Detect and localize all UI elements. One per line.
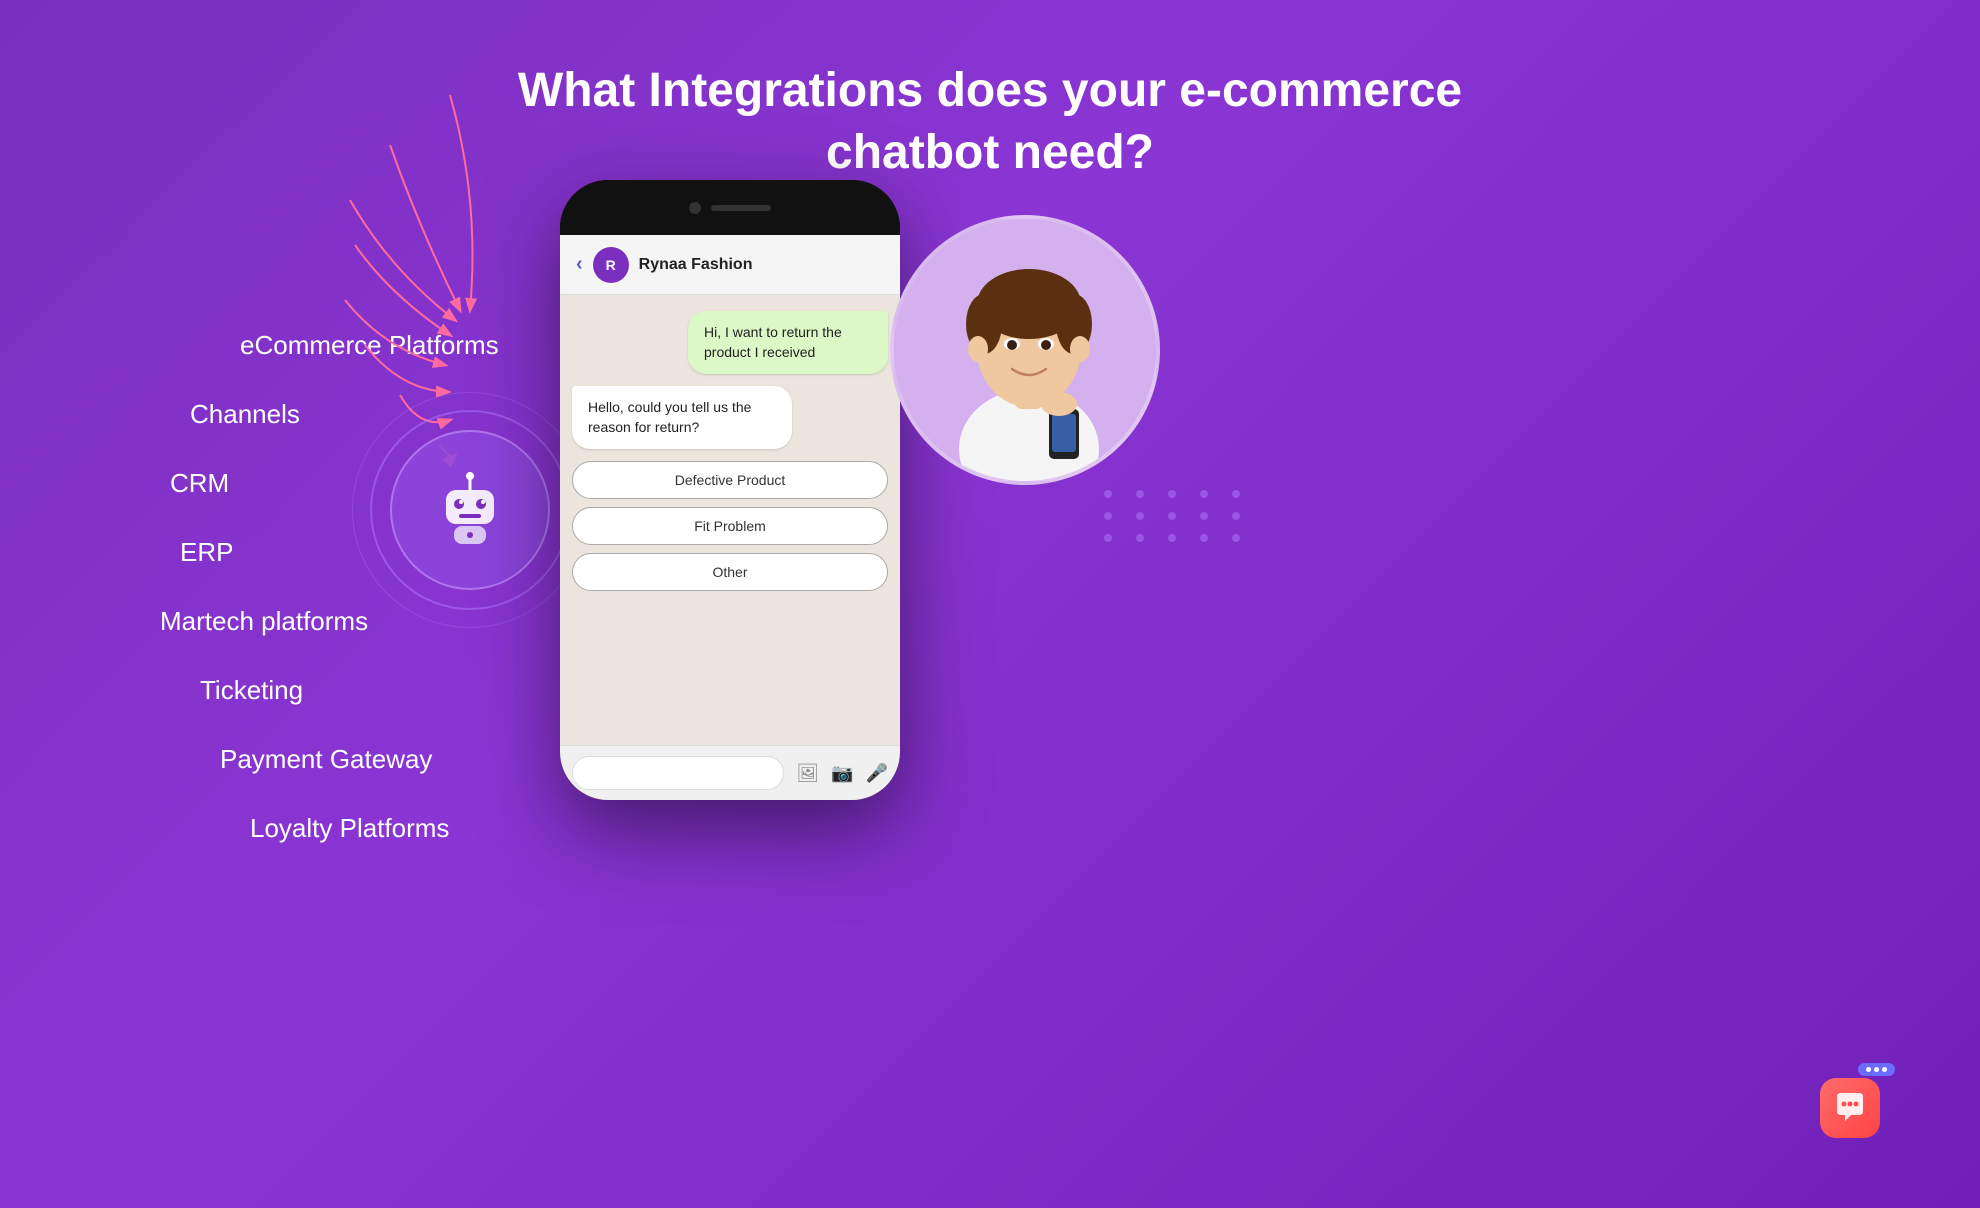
chat-widget[interactable] <box>1820 1078 1890 1148</box>
dot <box>1104 534 1112 542</box>
dot <box>1168 490 1176 498</box>
brand-avatar: R <box>593 247 629 283</box>
camera-dot <box>689 202 701 214</box>
label-ecommerce-platforms: eCommerce Platforms <box>240 330 499 361</box>
chat-input-bar: 🖼 📷 🎤 <box>560 745 900 800</box>
dot <box>1232 490 1240 498</box>
speaker-bar <box>711 205 771 211</box>
dot3 <box>1882 1067 1887 1072</box>
camera-icon[interactable]: 📷 <box>831 763 853 784</box>
dot <box>1232 534 1240 542</box>
back-arrow-icon[interactable]: ‹ <box>576 253 583 276</box>
dot <box>1136 490 1144 498</box>
label-ticketing: Ticketing <box>200 675 499 706</box>
option-other[interactable]: Other <box>572 553 888 591</box>
image-icon[interactable]: 🖼 <box>796 763 819 784</box>
dot <box>1200 512 1208 520</box>
brand-name: Rynaa Fashion <box>639 256 753 274</box>
dot <box>1104 512 1112 520</box>
robot-ring-inner <box>370 410 570 610</box>
dot <box>1136 534 1144 542</box>
bot-message: Hello, could you tell us the reason for … <box>572 386 792 449</box>
phone-frame: ‹ R Rynaa Fashion Hi, I want to return t… <box>560 180 900 800</box>
chat-bubble-icon <box>1833 1091 1867 1125</box>
dot2 <box>1874 1067 1879 1072</box>
chat-widget-notification <box>1858 1063 1895 1076</box>
chat-body: Hi, I want to return the product I recei… <box>560 295 900 745</box>
dot <box>1136 512 1144 520</box>
chat-widget-icon[interactable] <box>1820 1078 1880 1138</box>
option-defective-product[interactable]: Defective Product <box>572 461 888 499</box>
label-loyalty-platforms: Loyalty Platforms <box>250 813 499 844</box>
option-fit-problem[interactable]: Fit Problem <box>572 507 888 545</box>
dot <box>1200 534 1208 542</box>
person-photo <box>890 215 1160 485</box>
dot <box>1168 512 1176 520</box>
dots-grid <box>1104 490 1250 542</box>
person-svg <box>894 219 1160 485</box>
chat-options: Defective Product Fit Problem Other <box>572 461 888 591</box>
dot1 <box>1866 1067 1871 1072</box>
robot-icon-container <box>390 430 550 590</box>
notch <box>665 194 795 222</box>
mic-icon[interactable]: 🎤 <box>866 763 888 784</box>
user-message: Hi, I want to return the product I recei… <box>688 311 888 374</box>
label-payment-gateway: Payment Gateway <box>220 744 499 775</box>
dot <box>1104 490 1112 498</box>
chat-header: ‹ R Rynaa Fashion <box>560 235 900 295</box>
page-title: What Integrations does your e-commerce c… <box>518 60 1462 185</box>
dot <box>1232 512 1240 520</box>
phone-notch <box>560 180 900 235</box>
phone-container: ‹ R Rynaa Fashion Hi, I want to return t… <box>560 180 900 800</box>
dot <box>1168 534 1176 542</box>
chat-text-input[interactable] <box>572 756 784 790</box>
dot <box>1200 490 1208 498</box>
